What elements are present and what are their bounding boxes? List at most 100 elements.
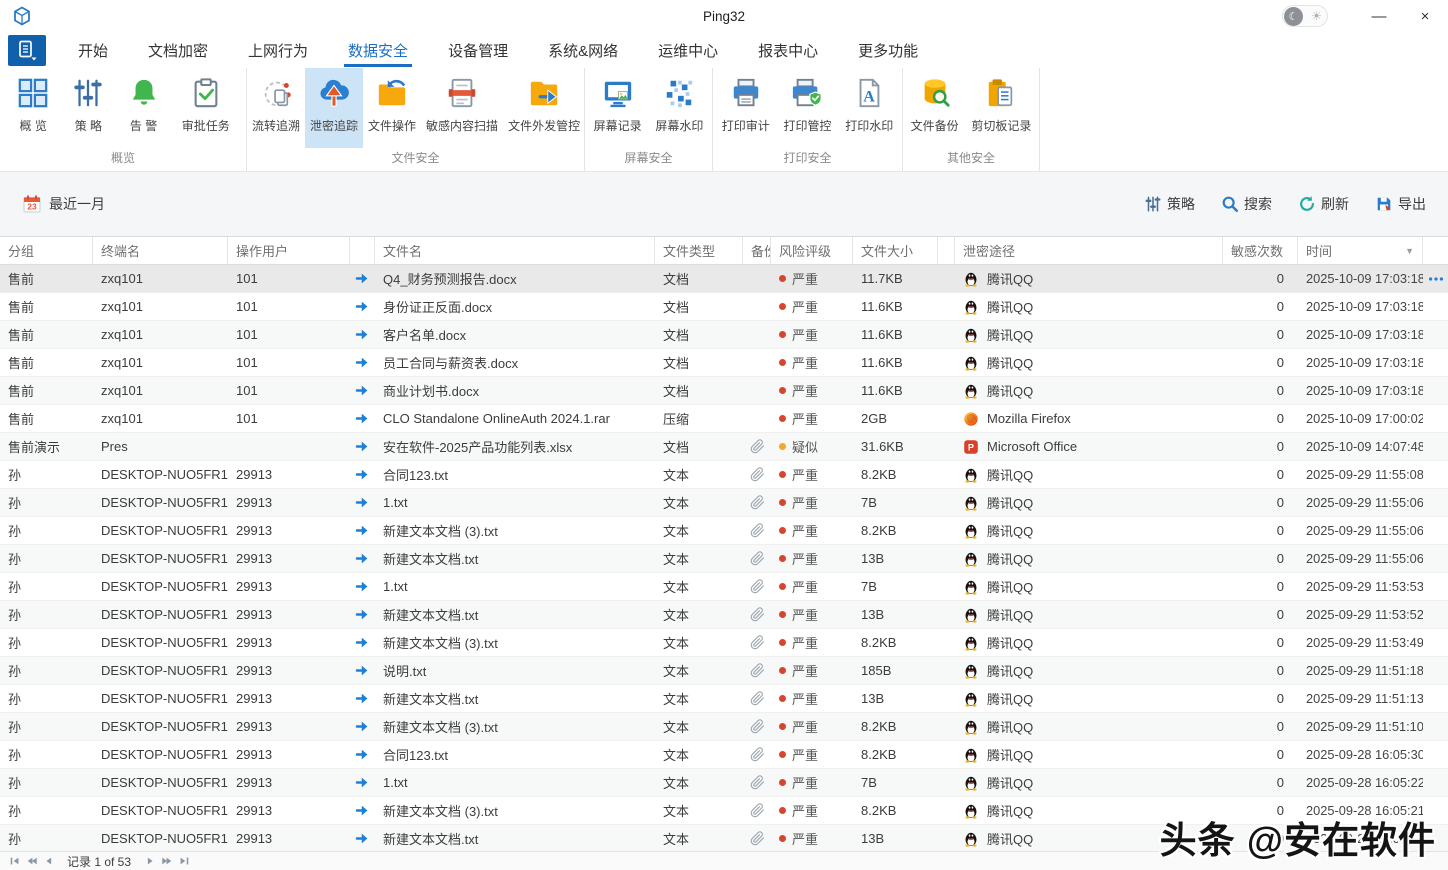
more-actions-button[interactable] xyxy=(1423,685,1448,712)
trace-arrow-icon[interactable] xyxy=(350,713,375,740)
more-actions-button[interactable] xyxy=(1423,265,1448,292)
more-actions-button[interactable] xyxy=(1423,461,1448,488)
ribbon-button-打印管控[interactable]: 打印管控 xyxy=(778,68,836,148)
column-header-终端名[interactable]: 终端名 xyxy=(93,237,228,264)
table-row[interactable]: 孙 DESKTOP-NUO5FR1 29913 新建文本文档 (3).txt 文… xyxy=(0,713,1448,741)
table-row[interactable]: 售前 zxq101 101 商业计划书.docx 文档 严重 11.6KB 腾讯… xyxy=(0,377,1448,405)
more-actions-button[interactable] xyxy=(1423,377,1448,404)
more-actions-button[interactable] xyxy=(1423,517,1448,544)
ribbon-button-审批任务[interactable]: 审批任务 xyxy=(177,68,235,148)
more-actions-button[interactable] xyxy=(1423,321,1448,348)
trace-arrow-icon[interactable] xyxy=(350,685,375,712)
tab-报表中心[interactable]: 报表中心 xyxy=(738,32,838,68)
more-actions-button[interactable] xyxy=(1423,769,1448,796)
trace-arrow-icon[interactable] xyxy=(350,461,375,488)
ribbon-button-文件备份[interactable]: 文件备份 xyxy=(906,68,964,148)
filter-action-导出[interactable]: 导出 xyxy=(1375,194,1426,214)
column-header-风险评级[interactable]: 风险评级 xyxy=(771,237,853,264)
column-header-文件大小[interactable]: 文件大小 xyxy=(853,237,938,264)
column-header-备份[interactable]: 备份 xyxy=(743,237,771,264)
pager-prev-button[interactable] xyxy=(40,853,57,869)
trace-arrow-icon[interactable] xyxy=(350,293,375,320)
ribbon-button-告警[interactable]: 告 警 xyxy=(122,68,166,148)
table-row[interactable]: 孙 DESKTOP-NUO5FR1 29913 说明.txt 文本 严重 185… xyxy=(0,657,1448,685)
sun-icon[interactable]: ☀ xyxy=(1307,7,1326,26)
pager-fast-prev-button[interactable] xyxy=(23,853,40,869)
more-actions-button[interactable] xyxy=(1423,601,1448,628)
column-header-敏感次数[interactable]: 敏感次数 xyxy=(1223,237,1298,264)
trace-arrow-icon[interactable] xyxy=(350,601,375,628)
tab-上网行为[interactable]: 上网行为 xyxy=(228,32,328,68)
trace-arrow-icon[interactable] xyxy=(350,405,375,432)
column-header-泄密途径[interactable]: 泄密途径 xyxy=(955,237,1223,264)
pager-last-button[interactable] xyxy=(175,853,192,869)
table-row[interactable]: 孙 DESKTOP-NUO5FR1 29913 新建文本文档 (3).txt 文… xyxy=(0,517,1448,545)
filter-action-搜索[interactable]: 搜索 xyxy=(1221,194,1272,214)
ribbon-button-打印审计[interactable]: 打印审计 xyxy=(717,68,775,148)
trace-arrow-icon[interactable] xyxy=(350,321,375,348)
column-header-操作用户[interactable]: 操作用户 xyxy=(228,237,350,264)
ribbon-button-打印水印[interactable]: A 打印水印 xyxy=(840,68,898,148)
ribbon-button-文件外发管控[interactable]: 文件外发管控 xyxy=(503,68,585,148)
theme-toggle[interactable]: ☾ ☀ xyxy=(1282,5,1328,27)
tab-数据安全[interactable]: 数据安全 xyxy=(328,32,428,68)
ribbon-button-屏幕记录[interactable]: 屏幕记录 xyxy=(589,68,647,148)
time-filter-caret-icon[interactable]: ▼ xyxy=(1405,246,1414,256)
table-row[interactable]: 孙 DESKTOP-NUO5FR1 29913 新建文本文档 (3).txt 文… xyxy=(0,629,1448,657)
tab-运维中心[interactable]: 运维中心 xyxy=(638,32,738,68)
trace-arrow-icon[interactable] xyxy=(350,517,375,544)
trace-arrow-icon[interactable] xyxy=(350,741,375,768)
tab-文档加密[interactable]: 文档加密 xyxy=(128,32,228,68)
trace-arrow-icon[interactable] xyxy=(350,545,375,572)
trace-arrow-icon[interactable] xyxy=(350,433,375,460)
ribbon-button-文件操作[interactable]: 文件操作 xyxy=(363,68,421,148)
filter-action-策略[interactable]: 策略 xyxy=(1144,194,1195,214)
ribbon-button-屏幕水印[interactable]: 屏幕水印 xyxy=(650,68,708,148)
date-range-picker[interactable]: 23 最近一月 xyxy=(22,194,105,214)
tab-更多功能[interactable]: 更多功能 xyxy=(838,32,938,68)
pager-next-button[interactable] xyxy=(141,853,158,869)
more-actions-button[interactable] xyxy=(1423,657,1448,684)
filter-action-刷新[interactable]: 刷新 xyxy=(1298,194,1349,214)
tab-系统&网络[interactable]: 系统&网络 xyxy=(528,32,638,68)
more-actions-button[interactable] xyxy=(1423,433,1448,460)
main-menu-button[interactable] xyxy=(8,35,46,66)
more-actions-button[interactable] xyxy=(1423,713,1448,740)
pager-fast-next-button[interactable] xyxy=(158,853,175,869)
more-actions-button[interactable] xyxy=(1423,629,1448,656)
column-header-分组[interactable]: 分组 xyxy=(0,237,93,264)
close-button[interactable]: × xyxy=(1402,0,1448,32)
column-header-时间[interactable]: 时间▼ xyxy=(1298,237,1423,264)
more-actions-button[interactable] xyxy=(1423,349,1448,376)
trace-arrow-icon[interactable] xyxy=(350,769,375,796)
trace-arrow-icon[interactable] xyxy=(350,629,375,656)
table-row[interactable]: 孙 DESKTOP-NUO5FR1 29913 合同123.txt 文本 严重 … xyxy=(0,461,1448,489)
table-row[interactable]: 售前 zxq101 101 CLO Standalone OnlineAuth … xyxy=(0,405,1448,433)
trace-arrow-icon[interactable] xyxy=(350,489,375,516)
trace-arrow-icon[interactable] xyxy=(350,349,375,376)
table-row[interactable]: 孙 DESKTOP-NUO5FR1 29913 新建文本文档.txt 文本 严重… xyxy=(0,601,1448,629)
table-row[interactable]: 孙 DESKTOP-NUO5FR1 29913 新建文本文档.txt 文本 严重… xyxy=(0,685,1448,713)
tab-设备管理[interactable]: 设备管理 xyxy=(428,32,528,68)
table-row[interactable]: 孙 DESKTOP-NUO5FR1 29913 1.txt 文本 严重 7B 腾… xyxy=(0,573,1448,601)
table-row[interactable]: 售前 zxq101 101 身份证正反面.docx 文档 严重 11.6KB 腾… xyxy=(0,293,1448,321)
ribbon-button-概览[interactable]: 概 览 xyxy=(11,68,55,148)
more-actions-button[interactable] xyxy=(1423,489,1448,516)
more-actions-button[interactable] xyxy=(1423,405,1448,432)
table-row[interactable]: 孙 DESKTOP-NUO5FR1 29913 1.txt 文本 严重 7B 腾… xyxy=(0,489,1448,517)
table-row[interactable]: 售前 zxq101 101 Q4_财务预测报告.docx 文档 严重 11.7K… xyxy=(0,265,1448,293)
date-range-label[interactable]: 最近一月 xyxy=(49,194,105,214)
column-header-文件名[interactable]: 文件名 xyxy=(375,237,655,264)
more-actions-button[interactable] xyxy=(1423,741,1448,768)
minimize-button[interactable]: — xyxy=(1356,0,1402,32)
trace-arrow-icon[interactable] xyxy=(350,265,375,292)
column-header-文件类型[interactable]: 文件类型 xyxy=(655,237,743,264)
ribbon-button-敏感内容扫描[interactable]: 敏感内容扫描 xyxy=(421,68,503,148)
table-row[interactable]: 孙 DESKTOP-NUO5FR1 29913 新建文本文档.txt 文本 严重… xyxy=(0,545,1448,573)
ribbon-button-泄密追踪[interactable]: 泄密追踪 xyxy=(305,68,363,148)
table-row[interactable]: 售前 zxq101 101 客户名单.docx 文档 严重 11.6KB 腾讯Q… xyxy=(0,321,1448,349)
tab-开始[interactable]: 开始 xyxy=(58,32,128,68)
trace-arrow-icon[interactable] xyxy=(350,657,375,684)
trace-arrow-icon[interactable] xyxy=(350,825,375,852)
ribbon-button-流转追溯[interactable]: 流转追溯 xyxy=(247,68,305,148)
